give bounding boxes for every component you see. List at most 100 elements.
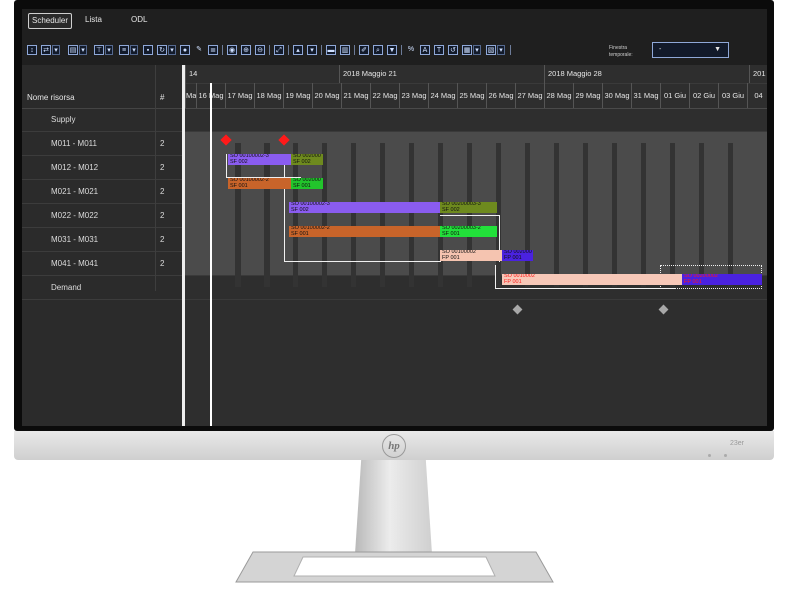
finestra-temporale-label: Finestra temporale: xyxy=(609,45,633,58)
week-label: 2018 Maggio 21 xyxy=(339,65,544,83)
day-label: 24 Mag xyxy=(428,83,457,108)
eye-icon[interactable]: ◉ xyxy=(227,45,237,55)
chevron-down-icon: ▼ xyxy=(714,46,721,53)
collapse-icon[interactable]: ▬ xyxy=(326,45,336,55)
supply-band xyxy=(185,108,767,132)
resource-count: 2 xyxy=(160,259,165,268)
resource-row[interactable]: M022 - M022 2 xyxy=(22,204,182,228)
power-indicator-icon xyxy=(708,454,711,457)
resource-name: M021 - M021 xyxy=(51,187,99,196)
chevron-down-icon[interactable]: ▾ xyxy=(130,45,138,55)
day-label: 26 Mag xyxy=(486,83,515,108)
filter-icon[interactable]: ⊤ xyxy=(94,45,104,55)
resource-count: 2 xyxy=(160,163,165,172)
dependency-link xyxy=(284,240,441,262)
demand-marker-icon[interactable] xyxy=(512,304,523,315)
tab-scheduler[interactable]: Scheduler xyxy=(28,13,73,29)
toolbar-separator xyxy=(510,45,511,55)
edit-icon[interactable]: ✐ xyxy=(359,45,369,55)
chevron-down-icon[interactable]: ▾ xyxy=(105,45,113,55)
resource-row[interactable]: M021 - M021 2 xyxy=(22,180,182,204)
chevron-down-icon[interactable]: ▾ xyxy=(79,45,87,55)
pin-icon[interactable]: ✎ xyxy=(194,45,204,55)
resource-row[interactable]: Demand xyxy=(22,276,182,300)
day-label: 25 Mag xyxy=(457,83,486,108)
arrow-down-icon[interactable]: ↕ xyxy=(27,45,37,55)
chevron-down-icon[interactable]: ▾ xyxy=(497,45,505,55)
list-icon[interactable]: ≣ xyxy=(208,45,218,55)
day-label: 22 Mag xyxy=(370,83,399,108)
text-t-icon[interactable]: T xyxy=(434,45,444,55)
gantt-bar[interactable]: SO 00100002 FP 001 xyxy=(440,250,502,261)
week-label: 14 xyxy=(185,65,339,83)
swap-icon[interactable]: ⇄ xyxy=(41,45,51,55)
day-label: 02 Giu xyxy=(689,83,718,108)
tab-odl[interactable]: ODL xyxy=(128,13,150,27)
chevron-down-icon[interactable]: ▾ xyxy=(168,45,176,55)
app-screen: Scheduler Lista ODL ↕ ⇄ ▾ ▤ ▾ ⊤ ▾ ≡ ▾ ▪ … xyxy=(22,9,767,426)
tab-lista[interactable]: Lista xyxy=(82,13,105,27)
column-header-name[interactable]: Nome risorsa xyxy=(27,93,75,102)
undo-icon[interactable]: ↺ xyxy=(448,45,458,55)
gantt-bar[interactable]: SO 00200002 FP 001 xyxy=(682,274,762,285)
layout-icon[interactable]: ▥ xyxy=(340,45,350,55)
gantt-bar[interactable]: SO 0010002 FP 001 xyxy=(502,274,682,285)
zoom-in-icon[interactable]: ⊕ xyxy=(241,45,251,55)
day-label: 01 Giu xyxy=(660,83,689,108)
resource-name: M022 - M022 xyxy=(51,211,99,220)
day-label: 03 Giu xyxy=(718,83,747,108)
toolbar-separator xyxy=(288,45,289,55)
menu-icon[interactable]: ≡ xyxy=(119,45,129,55)
move-down-icon[interactable]: ▾ xyxy=(307,45,317,55)
monitor-stand-base xyxy=(233,548,556,586)
funnel-icon[interactable]: ▼ xyxy=(387,45,397,55)
resource-name: M011 - M011 xyxy=(51,139,97,148)
resource-name: Supply xyxy=(51,115,76,124)
resource-count: 2 xyxy=(160,211,165,220)
resource-row[interactable]: Supply xyxy=(22,108,182,132)
finestra-temporale-select[interactable]: - ▼ xyxy=(652,42,729,58)
resource-row[interactable]: M011 - M011 2 xyxy=(22,132,182,156)
gantt-timeline[interactable]: 14 2018 Maggio 21 2018 Maggio 28 201 Mag… xyxy=(185,65,767,426)
gantt-bar[interactable]: SO 00200003-2 SF 001 xyxy=(440,226,497,237)
gantt-bar[interactable]: SO 00100002-3 SF 002 xyxy=(289,202,441,213)
resource-count: 2 xyxy=(160,235,165,244)
chevron-down-icon[interactable]: ▾ xyxy=(473,45,481,55)
demand-marker-icon[interactable] xyxy=(658,304,669,315)
link-icon[interactable]: % xyxy=(406,45,416,55)
day-label: 21 Mag xyxy=(341,83,370,108)
search-icon[interactable]: ⌕ xyxy=(373,45,383,55)
text-a-icon[interactable]: A xyxy=(420,45,430,55)
gantt-bar[interactable]: SO 00100002-2 SF 001 xyxy=(228,178,293,189)
resource-name: M031 - M031 xyxy=(51,235,99,244)
day-label: 19 Mag xyxy=(283,83,312,108)
column-header-count[interactable]: # xyxy=(160,93,164,102)
resource-row[interactable]: M012 - M012 2 xyxy=(22,156,182,180)
save-icon[interactable]: ▪ xyxy=(143,45,153,55)
week-label: 2018 Maggio 28 xyxy=(544,65,749,83)
gantt-bar[interactable]: SO 002000 SF 001 xyxy=(291,178,323,189)
refresh-icon[interactable]: ↻ xyxy=(157,45,167,55)
comment-icon[interactable]: ● xyxy=(180,45,190,55)
toolbar-separator xyxy=(354,45,355,55)
non-working-stripe xyxy=(380,143,385,287)
gantt-bar[interactable]: SO 00100002-2 SF 001 xyxy=(289,226,441,237)
calendar-icon[interactable]: ▦ xyxy=(462,45,472,55)
gantt-bar[interactable]: SO 00200003-3 SF 002 xyxy=(440,202,497,213)
expand-icon[interactable]: ⤢ xyxy=(274,45,284,55)
resource-row[interactable]: M041 - M041 2 xyxy=(22,252,182,276)
power-indicator-icon xyxy=(724,454,727,457)
gantt-bar[interactable]: SO 002000 SF 002 xyxy=(291,154,323,165)
resource-count: 2 xyxy=(160,187,165,196)
zoom-out-icon[interactable]: ⊖ xyxy=(255,45,265,55)
gantt-bar[interactable]: SO 00100002-3 SF 002 xyxy=(228,154,293,165)
move-up-icon[interactable]: ▴ xyxy=(293,45,303,55)
day-label: 31 Mag xyxy=(631,83,660,108)
chevron-down-icon[interactable]: ▾ xyxy=(52,45,60,55)
non-working-stripe xyxy=(351,143,356,287)
resource-row[interactable]: M031 - M031 2 xyxy=(22,228,182,252)
document-icon[interactable]: ▧ xyxy=(486,45,496,55)
gantt-bar[interactable]: SO 002000 FP 001 xyxy=(502,250,533,261)
day-label: 23 Mag xyxy=(399,83,428,108)
align-bottom-icon[interactable]: ▤ xyxy=(68,45,78,55)
